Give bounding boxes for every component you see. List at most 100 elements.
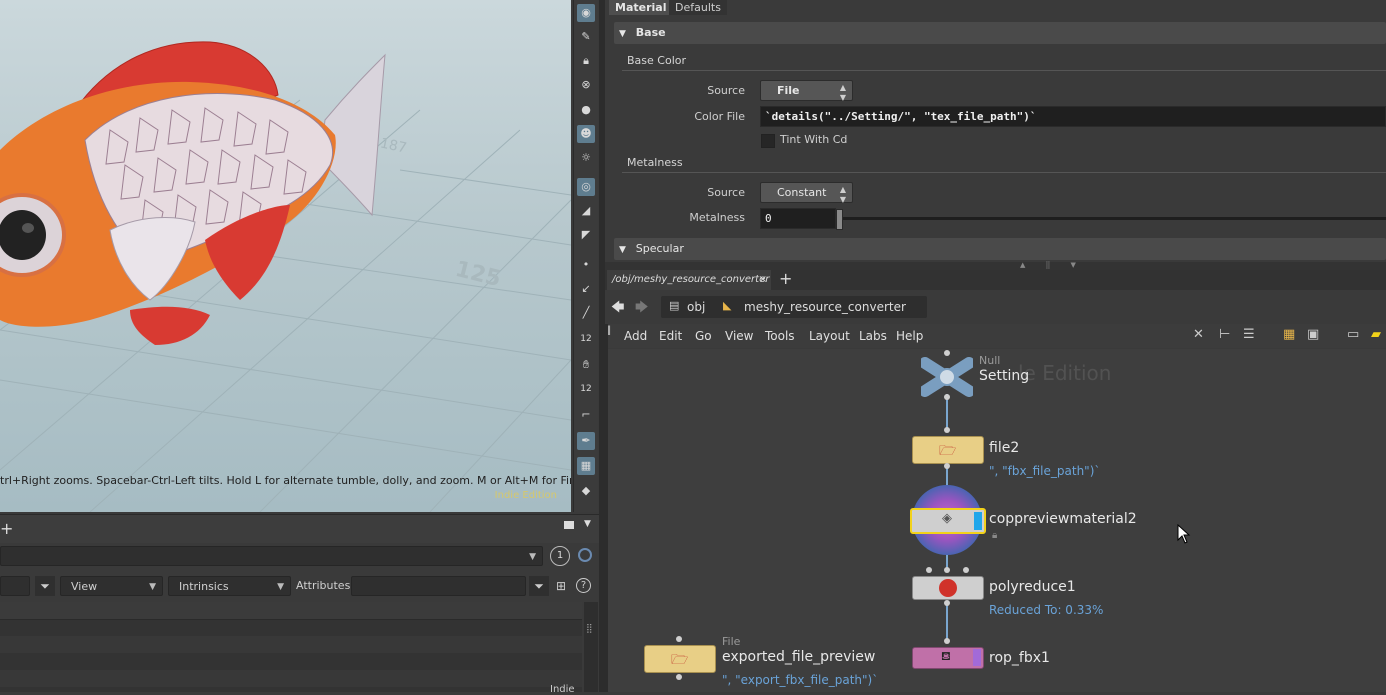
metalness-slider-track[interactable] [841,217,1386,220]
view-dropdown[interactable]: View ▼ [60,576,163,596]
table-scrollbar[interactable]: ⣿ [584,602,598,692]
intrinsics-dropdown[interactable]: Intrinsics ▼ [168,576,291,596]
grid-color-icon[interactable]: ▦ [1283,327,1295,342]
menu-go[interactable]: Go [695,324,712,348]
back-arrow-icon[interactable]: 🡄︎ [611,298,624,320]
tab-defaults[interactable]: Defaults [669,0,727,15]
snap-12b-icon[interactable]: 12 [577,380,595,398]
path-node[interactable]: ◣ meshy_resource_converter [717,296,927,318]
hand-icon[interactable]: ✋︎ [577,356,595,374]
input-connector[interactable] [944,427,950,433]
group-divider [622,172,1386,173]
metalness-field[interactable]: 0 [760,208,836,229]
output-connector[interactable] [944,600,950,606]
output-connector[interactable] [944,394,950,400]
input-connector[interactable] [676,636,682,642]
maximize-icon[interactable] [564,521,574,529]
menu-tools[interactable]: Tools [765,324,795,348]
tab-material[interactable]: Material [609,0,673,15]
metalness-slider-handle[interactable] [836,209,843,230]
input-connector[interactable] [944,567,950,573]
input-connector[interactable] [944,638,950,644]
tab-network[interactable]: /obj/meshy_resource_converter × [607,270,771,290]
close-icon[interactable]: × [759,270,767,290]
section-base[interactable]: ▼ Base [614,22,1386,44]
tree-icon[interactable]: ⊢ [1219,327,1230,342]
pen-nib-icon[interactable]: ✒ [577,432,595,450]
attributes-input[interactable] [351,576,526,596]
node-exported-file-preview[interactable]: 🗁︎ [644,645,716,673]
render-flag[interactable] [973,649,981,666]
display-flag[interactable] [974,512,982,530]
color-file-field[interactable]: `details("../Setting/", "tex_file_path")… [760,106,1386,127]
table-row[interactable] [0,670,582,687]
skull-light-icon[interactable]: ☻ [577,125,595,143]
metal-source-menu[interactable]: Constant ▲ ▼ [760,182,853,204]
add-tab-icon[interactable]: + [0,519,13,538]
view-dropdown-label: View [71,580,98,593]
dot-icon[interactable]: • [577,256,595,274]
menu-edit[interactable]: Edit [659,324,682,348]
filter-icon[interactable]: ⏷ [35,576,55,596]
output-connector[interactable] [944,463,950,469]
curve-icon[interactable]: ↙ [577,280,595,298]
output-connector[interactable] [676,674,682,680]
list-icon[interactable]: ☰ [1243,327,1255,342]
pen-icon[interactable]: ✎ [577,28,595,46]
3d-viewport[interactable]: 125 187 trl+Right zooms. Spacebar-Ctrl-L… [0,0,571,512]
path-obj[interactable]: ▤ obj [661,296,723,318]
input-connector[interactable] [944,350,950,356]
menu-help[interactable]: Help [896,324,923,348]
paint-icon[interactable]: ◤ [577,226,595,244]
tumble-icon[interactable]: ⊗ [577,76,595,94]
layout-icon[interactable]: ▣ [1307,327,1319,342]
node-path-dropdown[interactable]: ▼ [0,546,543,566]
help-icon[interactable]: ? [576,578,591,593]
corner-icon[interactable]: ⌐ [577,406,595,424]
sticky-note-icon[interactable]: ▰ [1371,327,1381,342]
tint-with-cd-checkbox[interactable] [761,134,775,148]
menu-layout[interactable]: Layout [809,324,850,348]
pin-icon[interactable] [578,548,592,562]
node-file2[interactable]: 🗁︎ [912,436,984,464]
node-setting[interactable] [919,357,975,397]
pane-menu-icon[interactable]: ▼ [584,519,591,529]
cop-node-icon: ◈ [942,511,952,526]
attribute-filter-icon[interactable]: ⏷ [529,576,549,596]
table-row[interactable] [0,636,582,653]
wrench-icon[interactable]: ✕ [1193,327,1204,342]
wire [946,601,948,641]
attributes-label: Attributes: [296,579,355,592]
sphere-icon[interactable]: ● [577,101,595,119]
menu-view[interactable]: View [725,324,753,348]
light-icon[interactable]: ☼ [577,149,595,167]
counter-badge[interactable]: 1 [550,546,570,566]
camera-icon[interactable]: ◎ [577,178,595,196]
eye-icon[interactable]: ◉ [577,4,595,22]
window-icon[interactable]: ▭ [1347,327,1359,342]
spreadsheet-table[interactable]: Indie [0,602,582,695]
group-dropdown[interactable] [0,576,30,596]
pick-icon[interactable]: ╱ [577,304,595,322]
section-specular[interactable]: ▼ Specular [614,238,1386,260]
brush-icon[interactable]: ◢ [577,202,595,220]
snap-12-icon[interactable]: 12 [577,330,595,348]
source-menu[interactable]: File ▲ ▼ [760,80,853,102]
checker-icon[interactable]: ▦ [577,457,595,475]
input-connector[interactable] [963,567,969,573]
node-rop-fbx1[interactable]: ⛾ [912,647,984,669]
node-polyreduce1[interactable] [912,576,984,600]
pane-splitter[interactable]: ▲⣿▼ [605,261,1386,270]
lock-icon[interactable]: 🔒︎ [577,52,595,70]
menu-labs[interactable]: Labs [859,324,887,348]
menu-add[interactable]: Add [624,324,647,348]
network-editor[interactable]: le Edition Null Setting 🗁︎ file2 ", "fbx… [608,349,1386,692]
node-exported-file-preview-name: exported_file_preview [722,649,876,665]
node-coppreviewmaterial2[interactable]: ◈ [910,508,986,534]
add-tab-icon[interactable]: + [779,269,792,288]
group-divider [622,70,1386,71]
forward-arrow-icon[interactable]: 🡆︎ [635,298,648,320]
input-connector[interactable] [926,567,932,573]
plane-icon[interactable]: ◆ [577,482,595,500]
spreadsheet-menu-icon[interactable]: ⊞ [553,576,569,596]
